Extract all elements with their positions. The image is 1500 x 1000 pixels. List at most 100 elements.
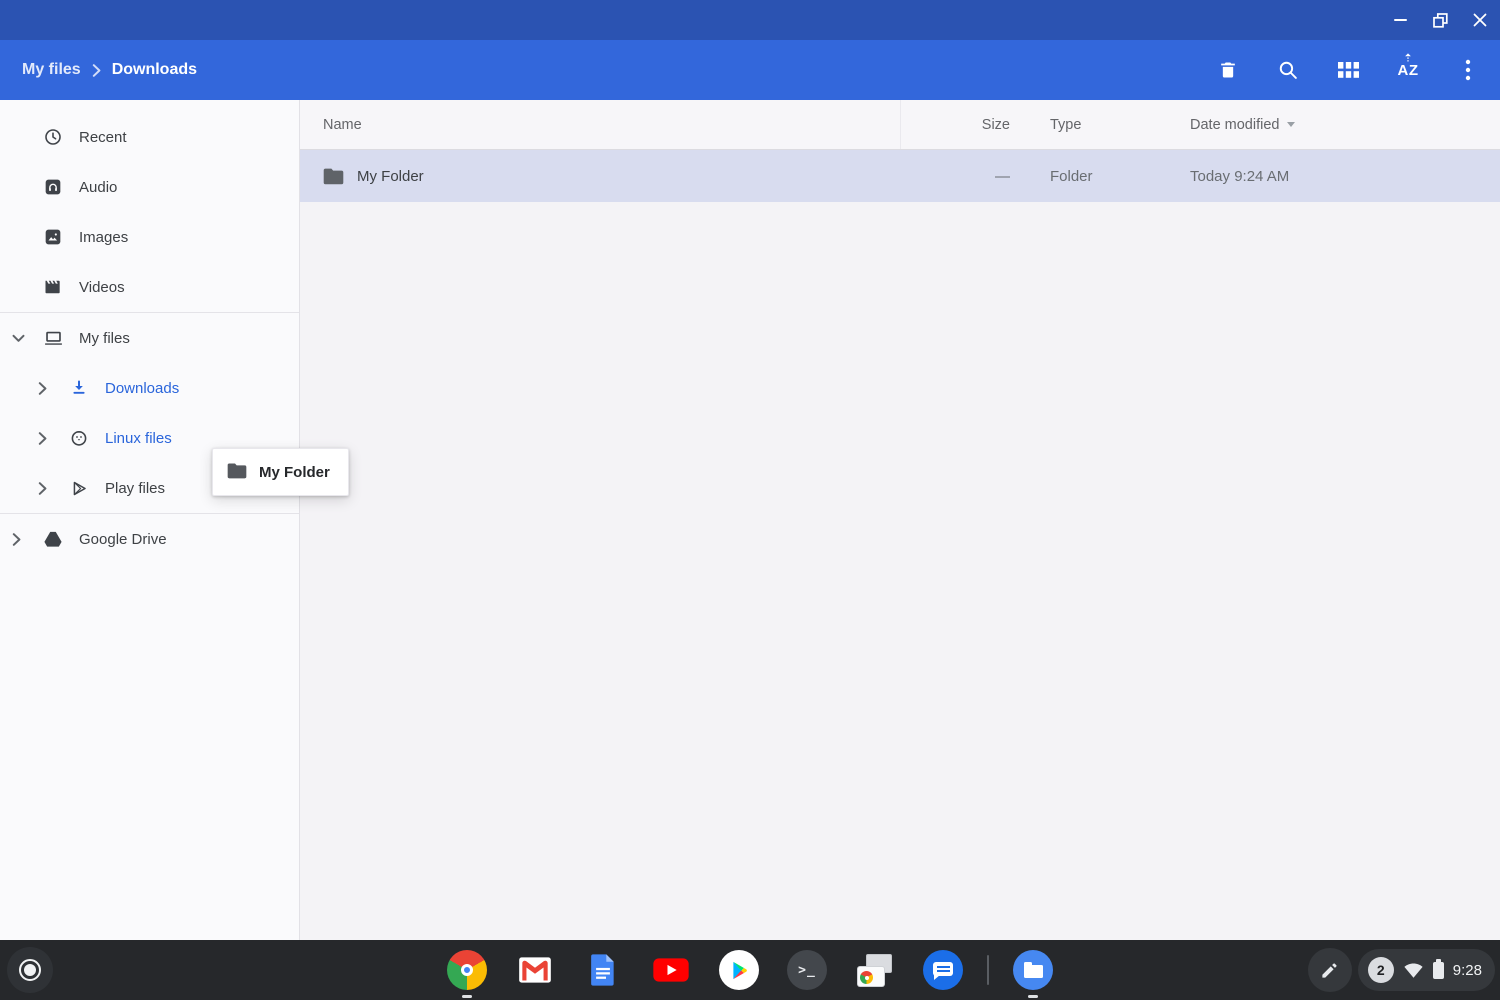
play-store-app-button[interactable] <box>719 950 759 990</box>
chevron-right-icon[interactable] <box>38 482 68 495</box>
toolbar-actions: AZ <box>1192 46 1492 94</box>
shelf: >_ 2 <box>0 940 1500 1000</box>
minimize-button[interactable] <box>1380 0 1420 40</box>
sidebar-item-audio[interactable]: Audio <box>0 162 299 212</box>
terminal-icon: >_ <box>787 950 827 990</box>
column-header-label: Date modified <box>1190 117 1279 133</box>
shelf-apps: >_ <box>433 950 1067 990</box>
messages-icon <box>923 950 963 990</box>
chrome-app-button[interactable] <box>447 950 487 990</box>
youtube-app-button[interactable] <box>651 950 691 990</box>
sidebar-item-google-drive[interactable]: Google Drive <box>0 514 299 564</box>
files-icon <box>1013 950 1053 990</box>
sidebar-item-videos[interactable]: Videos <box>0 262 299 312</box>
sidebar: Recent Audio Images <box>0 100 300 940</box>
google-docs-app-button[interactable] <box>583 950 623 990</box>
files-app-window: My files Downloads AZ <box>0 0 1500 1000</box>
sidebar-item-label: Videos <box>70 279 125 296</box>
file-name: My Folder <box>357 168 424 185</box>
penguin-icon <box>68 428 90 448</box>
grid-view-icon <box>1338 62 1359 78</box>
sidebar-item-my-files[interactable]: My files <box>0 313 299 363</box>
restore-button[interactable] <box>1420 0 1460 40</box>
chevron-right-icon <box>92 64 101 77</box>
images-icon <box>42 227 64 247</box>
terminal-app-button[interactable]: >_ <box>787 950 827 990</box>
remote-desktop-app-button[interactable] <box>855 950 895 990</box>
download-icon <box>68 378 90 398</box>
sidebar-item-label: Downloads <box>96 380 179 397</box>
system-tray[interactable]: 2 9:28 <box>1358 949 1495 991</box>
clock-time: 9:28 <box>1453 962 1482 979</box>
files-app-button[interactable] <box>1013 950 1053 990</box>
sidebar-item-label: Play files <box>96 480 165 497</box>
status-area: 2 9:28 <box>1308 948 1495 992</box>
search-icon <box>1277 59 1299 81</box>
remote-desktop-icon <box>855 950 895 990</box>
clock-icon <box>42 127 64 147</box>
running-indicator <box>1028 995 1038 998</box>
grid-view-button[interactable] <box>1324 46 1372 94</box>
sort-az-arrow-icon <box>1404 53 1412 62</box>
restore-icon <box>1433 13 1448 28</box>
close-button[interactable] <box>1460 0 1500 40</box>
folder-icon <box>227 462 247 483</box>
sidebar-item-label: Audio <box>70 179 117 196</box>
chevron-down-icon[interactable] <box>12 334 42 343</box>
drive-icon <box>42 529 64 549</box>
messages-app-button[interactable] <box>923 950 963 990</box>
chevron-right-icon[interactable] <box>38 382 68 395</box>
more-options-button[interactable] <box>1444 46 1492 94</box>
gmail-app-button[interactable] <box>515 950 555 990</box>
battery-icon <box>1433 962 1444 979</box>
delete-button[interactable] <box>1204 46 1252 94</box>
sort-az-label: AZ <box>1398 62 1419 79</box>
breadcrumb-my-files[interactable]: My files <box>22 61 81 79</box>
google-docs-icon <box>585 951 621 989</box>
sidebar-item-recent[interactable]: Recent <box>0 112 299 162</box>
row-size-cell: — <box>900 150 1010 202</box>
column-header-date-modified[interactable]: Date modified <box>1190 117 1500 133</box>
sidebar-item-label: Google Drive <box>70 531 167 548</box>
table-row[interactable]: My Folder — Folder Today 9:24 AM <box>300 150 1500 202</box>
sidebar-item-label: My files <box>70 330 130 347</box>
sidebar-item-label: Images <box>70 229 128 246</box>
videos-icon <box>42 277 64 297</box>
sidebar-item-label: Linux files <box>96 430 172 447</box>
launcher-button[interactable] <box>7 947 53 993</box>
running-indicator <box>462 995 472 998</box>
column-header-type[interactable]: Type <box>1010 117 1190 133</box>
search-button[interactable] <box>1264 46 1312 94</box>
toolbar: My files Downloads AZ <box>0 40 1500 100</box>
breadcrumb: My files Downloads <box>22 61 1192 79</box>
wifi-icon <box>1403 961 1424 979</box>
stylus-icon <box>1320 961 1339 980</box>
row-type-cell: Folder <box>1010 168 1190 185</box>
sidebar-item-downloads[interactable]: Downloads <box>0 363 299 413</box>
stylus-tools-button[interactable] <box>1308 948 1352 992</box>
chevron-right-icon[interactable] <box>38 432 68 445</box>
notification-badge: 2 <box>1368 957 1394 983</box>
column-header-name[interactable]: Name <box>300 117 900 133</box>
drag-ghost: My Folder <box>212 448 349 496</box>
breadcrumb-downloads[interactable]: Downloads <box>112 61 197 79</box>
play-store-icon <box>719 950 759 990</box>
row-name-cell: My Folder <box>300 167 900 185</box>
file-list: Name Size Type Date modified My Folder —… <box>300 100 1500 940</box>
column-header-size[interactable]: Size <box>900 100 1010 149</box>
folder-icon <box>323 167 344 185</box>
kebab-menu-icon <box>1465 59 1471 81</box>
list-header: Name Size Type Date modified <box>300 100 1500 150</box>
minimize-icon <box>1394 19 1407 21</box>
audio-icon <box>42 177 64 197</box>
sidebar-item-label: Recent <box>70 129 127 146</box>
titlebar <box>0 0 1500 40</box>
launcher-icon <box>19 959 41 981</box>
youtube-icon <box>651 950 691 990</box>
chrome-icon <box>447 950 487 990</box>
sort-button[interactable]: AZ <box>1384 46 1432 94</box>
laptop-icon <box>42 328 64 349</box>
chevron-right-icon[interactable] <box>12 533 42 546</box>
sidebar-item-images[interactable]: Images <box>0 212 299 262</box>
drag-ghost-label: My Folder <box>259 464 330 481</box>
